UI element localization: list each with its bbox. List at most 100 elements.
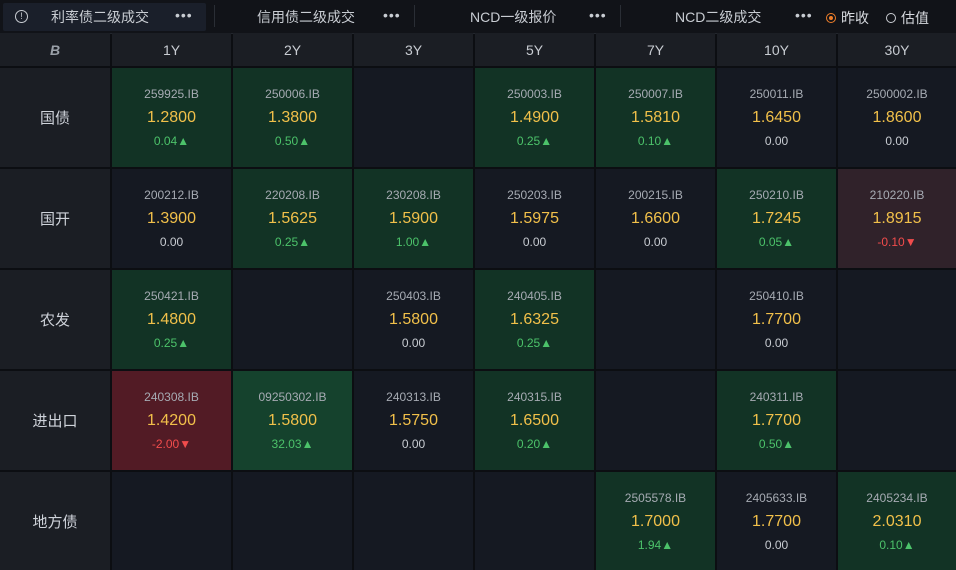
yield-value: 1.8915 bbox=[872, 210, 922, 227]
bond-code: 220208.IB bbox=[265, 188, 320, 202]
yield-change: 0.00 bbox=[401, 336, 426, 350]
radio-unchecked-icon bbox=[886, 13, 896, 23]
quote-cell-empty bbox=[354, 472, 473, 570]
quote-cell[interactable]: 240311.IB 1.7700 0.50▲ bbox=[717, 371, 836, 470]
yield-change: 0.25▲ bbox=[274, 235, 311, 249]
bond-code: 240311.IB bbox=[749, 390, 804, 404]
row-label-treasury: 国债 bbox=[0, 68, 110, 167]
quote-cell[interactable]: 250006.IB 1.3800 0.50▲ bbox=[233, 68, 352, 167]
yield-change: 0.10▲ bbox=[879, 538, 915, 552]
quote-cell-empty bbox=[596, 270, 715, 369]
yield-change: 0.00 bbox=[159, 235, 184, 249]
yield-value: 1.4900 bbox=[510, 109, 559, 126]
bond-code: 2505578.IB bbox=[624, 491, 687, 505]
tab-label: 信用债二级成交 bbox=[257, 9, 355, 25]
tab-divider bbox=[620, 5, 621, 27]
yield-change: 0.00 bbox=[401, 437, 426, 451]
tab-label: NCD一级报价 bbox=[470, 9, 557, 25]
quote-cell[interactable]: 240315.IB 1.6500 0.20▲ bbox=[475, 371, 594, 470]
quote-cell[interactable]: 250421.IB 1.4800 0.25▲ bbox=[112, 270, 231, 369]
quote-cell[interactable]: 2505578.IB 1.7000 1.94▲ bbox=[596, 472, 715, 570]
radio-valuation[interactable]: 估值 bbox=[886, 8, 929, 28]
bond-code: 09250302.IB bbox=[258, 390, 327, 404]
yield-change: 0.00 bbox=[885, 134, 909, 148]
quote-cell-empty bbox=[233, 270, 352, 369]
corner-header: B bbox=[0, 33, 110, 66]
more-icon[interactable]: ••• bbox=[175, 7, 193, 23]
tab-ncd-primary-quote[interactable]: NCD一级报价 ••• bbox=[418, 3, 614, 31]
yield-change: 0.50▲ bbox=[758, 437, 795, 451]
quote-cell[interactable]: 250410.IB 1.7700 0.00 bbox=[717, 270, 836, 369]
quote-cell-empty bbox=[838, 371, 956, 470]
yield-change: -0.10▼ bbox=[877, 235, 917, 249]
yield-change: 0.25▲ bbox=[153, 336, 190, 350]
bond-code: 230208.IB bbox=[386, 188, 441, 202]
quote-cell[interactable]: 2405633.IB 1.7700 0.00 bbox=[717, 472, 836, 570]
column-header-30y[interactable]: 30Y bbox=[838, 33, 956, 66]
column-header-1y[interactable]: 1Y bbox=[112, 33, 231, 66]
quote-cell[interactable]: 200215.IB 1.6600 0.00 bbox=[596, 169, 715, 268]
yield-value: 1.5800 bbox=[389, 311, 438, 328]
quote-cell[interactable]: 250210.IB 1.7245 0.05▲ bbox=[717, 169, 836, 268]
yield-value: 1.7245 bbox=[752, 210, 801, 227]
yield-value: 1.7700 bbox=[752, 311, 801, 328]
more-icon[interactable]: ••• bbox=[795, 7, 813, 23]
quote-cell-empty bbox=[838, 270, 956, 369]
yield-value: 1.4800 bbox=[147, 311, 196, 328]
yield-value: 1.8600 bbox=[872, 109, 922, 126]
yield-change: 32.03▲ bbox=[271, 437, 314, 451]
quote-cell[interactable]: 250003.IB 1.4900 0.25▲ bbox=[475, 68, 594, 167]
yield-value: 1.4200 bbox=[147, 412, 196, 429]
info-icon[interactable]: ! bbox=[15, 10, 28, 23]
yield-value: 1.5800 bbox=[268, 412, 317, 429]
quote-cell[interactable]: 250011.IB 1.6450 0.00 bbox=[717, 68, 836, 167]
quote-cell[interactable]: 240308.IB 1.4200 -2.00▼ bbox=[112, 371, 231, 470]
quote-cell[interactable]: 2405234.IB 2.0310 0.10▲ bbox=[838, 472, 956, 570]
column-header-2y[interactable]: 2Y bbox=[233, 33, 352, 66]
quote-cell-empty bbox=[112, 472, 231, 570]
more-icon[interactable]: ••• bbox=[383, 7, 401, 23]
quote-cell[interactable]: 09250302.IB 1.5800 32.03▲ bbox=[233, 371, 352, 470]
column-header-3y[interactable]: 3Y bbox=[354, 33, 473, 66]
tab-credit-bond-secondary[interactable]: 信用债二级成交 ••• bbox=[218, 3, 408, 31]
yield-value: 1.5810 bbox=[631, 109, 680, 126]
bond-code: 2405633.IB bbox=[745, 491, 808, 505]
bond-code: 200212.IB bbox=[144, 188, 199, 202]
yield-value: 1.5625 bbox=[268, 210, 317, 227]
tab-divider bbox=[214, 5, 215, 27]
yield-value: 1.6450 bbox=[752, 109, 801, 126]
yield-change: 0.00 bbox=[764, 336, 789, 350]
tab-rate-bond-secondary[interactable]: ! 利率债二级成交 ••• bbox=[3, 3, 206, 31]
radio-prev-close[interactable]: 昨收 bbox=[826, 8, 869, 28]
quote-cell[interactable]: 259925.IB 1.2800 0.04▲ bbox=[112, 68, 231, 167]
quote-cell[interactable]: 200212.IB 1.3900 0.00 bbox=[112, 169, 231, 268]
column-header-7y[interactable]: 7Y bbox=[596, 33, 715, 66]
yield-change: -2.00▼ bbox=[151, 437, 192, 451]
quote-cell[interactable]: 250203.IB 1.5975 0.00 bbox=[475, 169, 594, 268]
bond-code: 250011.IB bbox=[749, 87, 804, 101]
column-header-10y[interactable]: 10Y bbox=[717, 33, 836, 66]
yield-change: 0.00 bbox=[764, 134, 789, 148]
more-icon[interactable]: ••• bbox=[589, 7, 607, 23]
column-header-5y[interactable]: 5Y bbox=[475, 33, 594, 66]
yield-value: 1.6600 bbox=[631, 210, 680, 227]
quote-cell[interactable]: 240313.IB 1.5750 0.00 bbox=[354, 371, 473, 470]
yield-change: 0.00 bbox=[522, 235, 547, 249]
quote-cell-empty bbox=[233, 472, 352, 570]
quote-cell[interactable]: 220208.IB 1.5625 0.25▲ bbox=[233, 169, 352, 268]
bond-code: 250403.IB bbox=[386, 289, 441, 303]
quote-cell[interactable]: 230208.IB 1.5900 1.00▲ bbox=[354, 169, 473, 268]
radio-checked-icon bbox=[826, 13, 836, 23]
brand-logo-icon: B bbox=[49, 41, 61, 58]
quote-cell[interactable]: 250007.IB 1.5810 0.10▲ bbox=[596, 68, 715, 167]
tab-label: 利率债二级成交 bbox=[51, 9, 149, 25]
yield-value: 1.6325 bbox=[510, 311, 559, 328]
tab-ncd-secondary[interactable]: NCD二级成交 ••• bbox=[624, 3, 816, 31]
radio-label: 昨收 bbox=[841, 10, 869, 26]
yield-value: 2.0310 bbox=[872, 513, 922, 530]
quote-cell[interactable]: 240405.IB 1.6325 0.25▲ bbox=[475, 270, 594, 369]
quote-cell[interactable]: 250403.IB 1.5800 0.00 bbox=[354, 270, 473, 369]
quote-cell[interactable]: 210220.IB 1.8915 -0.10▼ bbox=[838, 169, 956, 268]
quote-cell[interactable]: 2500002.IB 1.8600 0.00 bbox=[838, 68, 956, 167]
bond-code: 259925.IB bbox=[144, 87, 199, 101]
